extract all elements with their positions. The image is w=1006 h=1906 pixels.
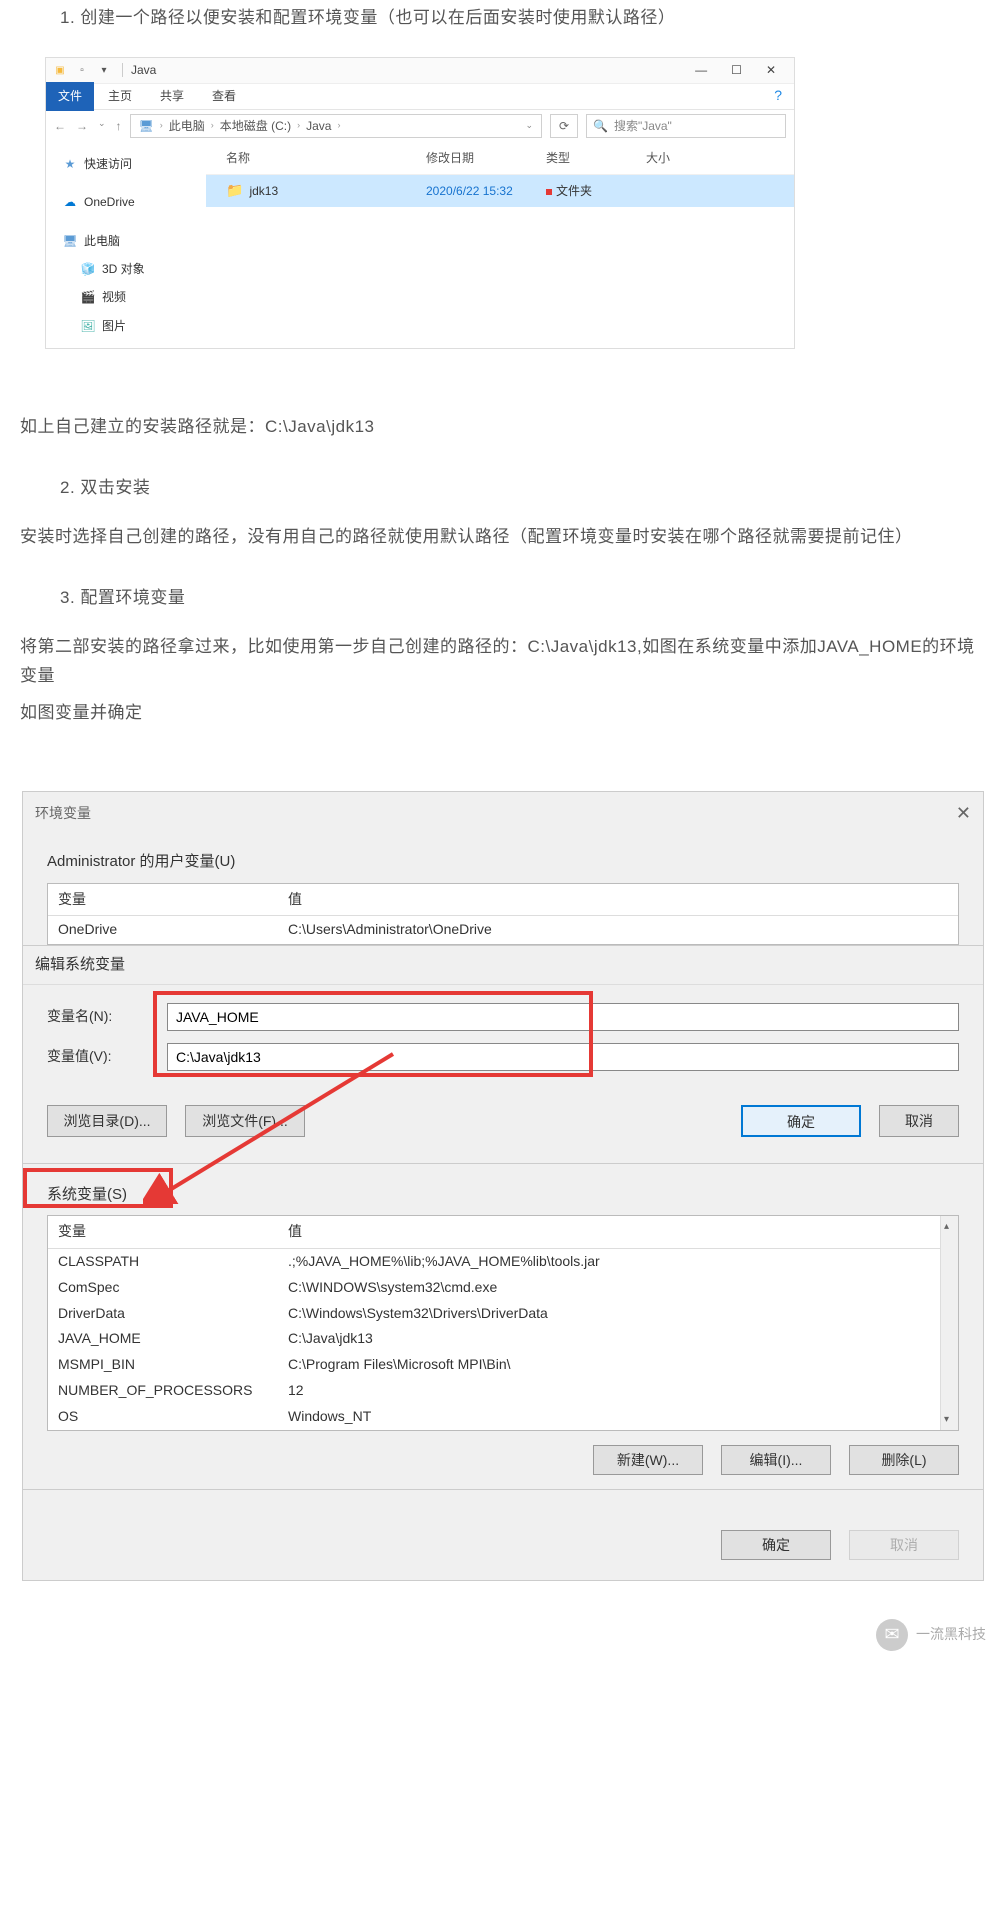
help-icon[interactable]: ? (774, 84, 794, 108)
file-explorer-window: ▣ ▫ ▾ Java — ☐ ✕ 文件 主页 共享 查看 ? ← → ⌄ ↑ (45, 57, 795, 349)
close-icon[interactable]: ✕ (956, 798, 971, 829)
forward-button[interactable]: → (76, 116, 88, 136)
title-bar: ▣ ▫ ▾ Java — ☐ ✕ (46, 58, 794, 84)
watermark: ✉ 一流黑科技 (876, 1619, 986, 1651)
step2-text: 2. 双击安装 (0, 470, 1006, 507)
browse-file-button[interactable]: 浏览文件(F)... (185, 1105, 305, 1137)
table-row[interactable]: JAVA_HOMEC:\Java\jdk13 (48, 1326, 958, 1352)
step1-text: 1. 创建一个路径以便安装和配置环境变量（也可以在后面安装时使用默认路径） (0, 0, 1006, 37)
edit-button[interactable]: 编辑(I)... (721, 1445, 831, 1475)
table-row[interactable]: OneDrive C:\Users\Administrator\OneDrive (48, 916, 958, 944)
edit-sysvar-dialog: 编辑系统变量 变量名(N): 变量值(V): 浏览目录(D)... 浏览文件(F… (22, 946, 984, 1164)
table-row[interactable]: ComSpecC:\WINDOWS\system32\cmd.exe (48, 1275, 958, 1301)
env-dialog-title: 环境变量 (35, 802, 91, 826)
tab-file[interactable]: 文件 (46, 82, 94, 110)
col-date[interactable]: 修改日期 (426, 148, 546, 168)
recent-button[interactable]: ⌄ (98, 116, 106, 136)
crumb-disk[interactable]: 本地磁盘 (C:) (220, 116, 291, 136)
tab-view[interactable]: 查看 (198, 82, 250, 110)
search-box[interactable]: 🔍 搜索"Java" (586, 114, 786, 138)
folder-icon: 📁 (226, 179, 243, 203)
crumb-pc[interactable]: 此电脑 (169, 116, 205, 136)
col-val[interactable]: 值 (278, 884, 958, 916)
scroll-up-icon[interactable]: ▴ (944, 1218, 949, 1235)
footer-ok-button[interactable]: 确定 (721, 1530, 831, 1560)
col-type[interactable]: 类型 (546, 148, 646, 168)
ok-button[interactable]: 确定 (741, 1105, 861, 1137)
table-row[interactable]: NUMBER_OF_PROCESSORS12 (48, 1378, 958, 1404)
path-result-text: 如上自己建立的安装路径就是：C:\Java\jdk13 (0, 409, 1006, 446)
crumb-java[interactable]: Java (306, 116, 331, 136)
sidebar-3d[interactable]: 🧊3D 对象 (46, 255, 206, 283)
file-list: 名称 修改日期 类型 大小 📁jdk13 2020/6/22 15:32 文件夹 (206, 142, 794, 348)
tab-share[interactable]: 共享 (146, 82, 198, 110)
folder-properties-icon[interactable]: ▣ (52, 62, 68, 78)
var-value-label: 变量值(V): (47, 1045, 167, 1069)
step2-desc: 安装时选择自己创建的路径，没有用自己的路径就使用默认路径（配置环境变量时安装在哪… (0, 519, 1006, 556)
new-button[interactable]: 新建(W)... (593, 1445, 703, 1475)
maximize-button[interactable]: ☐ (731, 60, 742, 80)
folder-row[interactable]: 📁jdk13 2020/6/22 15:32 文件夹 (206, 175, 794, 207)
close-button[interactable]: ✕ (766, 60, 776, 80)
search-placeholder: 搜索"Java" (614, 116, 672, 136)
col-var[interactable]: 变量 (48, 1216, 278, 1248)
history-dropdown-icon[interactable]: ⌄ (525, 118, 533, 133)
cloud-icon: ☁ (62, 192, 78, 212)
delete-button[interactable]: 删除(L) (849, 1445, 959, 1475)
var-value-input[interactable] (167, 1043, 959, 1071)
scroll-down-icon[interactable]: ▾ (944, 1411, 949, 1428)
up-button[interactable]: ↑ (116, 116, 122, 136)
sidebar-thispc[interactable]: 🖥此电脑 (46, 227, 206, 255)
cube-icon: 🧊 (80, 259, 96, 279)
tab-home[interactable]: 主页 (94, 82, 146, 110)
pc-icon: 🖥 (62, 231, 78, 251)
minimize-button[interactable]: — (695, 60, 707, 80)
col-size[interactable]: 大小 (646, 148, 726, 168)
star-icon: ★ (62, 154, 78, 174)
step3-text: 3. 配置环境变量 (0, 580, 1006, 617)
step3-desc1: 将第二部安装的路径拿过来，比如使用第一步自己创建的路径的：C:\Java\jdk… (0, 629, 1006, 695)
refresh-button[interactable]: ⟳ (550, 114, 578, 138)
system-vars-section: 系统变量(S) 变量 值 CLASSPATH.;%JAVA_HOME%\lib;… (22, 1164, 984, 1490)
ribbon-tabs: 文件 主页 共享 查看 ? (46, 84, 794, 110)
user-vars-table: 变量 值 OneDrive C:\Users\Administrator\One… (47, 883, 959, 946)
cancel-button[interactable]: 取消 (879, 1105, 959, 1137)
pc-glyph-icon: 🖥 (139, 116, 154, 136)
scrollbar[interactable]: ▴ ▾ (940, 1216, 958, 1429)
var-name-input[interactable] (167, 1003, 959, 1031)
table-row[interactable]: DriverDataC:\Windows\System32\Drivers\Dr… (48, 1301, 958, 1327)
breadcrumb[interactable]: 🖥 › 此电脑 › 本地磁盘 (C:) › Java › ⌄ (130, 114, 542, 138)
nav-sidebar: ★快速访问 ☁OneDrive 🖥此电脑 🧊3D 对象 🎬视频 🖼图片 (46, 142, 206, 348)
footer-buttons: 确定 取消 (22, 1490, 984, 1581)
table-row[interactable]: OSWindows_NT (48, 1404, 958, 1430)
sidebar-onedrive[interactable]: ☁OneDrive (46, 188, 206, 216)
col-var[interactable]: 变量 (48, 884, 278, 916)
sys-vars-label: 系统变量(S) (47, 1186, 127, 1203)
table-row[interactable]: CLASSPATH.;%JAVA_HOME%\lib;%JAVA_HOME%li… (48, 1249, 958, 1275)
env-vars-dialog: 环境变量 ✕ Administrator 的用户变量(U) 变量 值 OneDr… (22, 791, 984, 946)
sidebar-pictures[interactable]: 🖼图片 (46, 312, 206, 340)
search-icon: 🔍 (593, 116, 608, 136)
step3-desc2: 如图变量并确定 (0, 695, 1006, 732)
col-val[interactable]: 值 (278, 1216, 958, 1248)
qat-dropdown-icon[interactable]: ▾ (96, 62, 112, 78)
picture-icon: 🖼 (80, 316, 96, 336)
watermark-text: 一流黑科技 (916, 1623, 986, 1647)
sys-vars-table: 变量 值 CLASSPATH.;%JAVA_HOME%\lib;%JAVA_HO… (47, 1215, 959, 1430)
wechat-icon: ✉ (876, 1619, 908, 1651)
address-bar: ← → ⌄ ↑ 🖥 › 此电脑 › 本地磁盘 (C:) › Java › ⌄ ⟳… (46, 110, 794, 142)
window-title: Java (131, 60, 156, 80)
footer-cancel-button[interactable]: 取消 (849, 1530, 959, 1560)
var-name-label: 变量名(N): (47, 1005, 167, 1029)
table-row[interactable]: MSMPI_BINC:\Program Files\Microsoft MPI\… (48, 1352, 958, 1378)
back-button[interactable]: ← (54, 116, 66, 136)
sidebar-quick-access[interactable]: ★快速访问 (46, 150, 206, 178)
sidebar-video[interactable]: 🎬视频 (46, 283, 206, 311)
edit-dialog-title: 编辑系统变量 (23, 946, 983, 985)
video-icon: 🎬 (80, 287, 96, 307)
col-name[interactable]: 名称 (206, 148, 426, 168)
qat-new-icon[interactable]: ▫ (74, 62, 90, 78)
browse-dir-button[interactable]: 浏览目录(D)... (47, 1105, 167, 1137)
user-vars-label: Administrator 的用户变量(U) (23, 835, 983, 883)
